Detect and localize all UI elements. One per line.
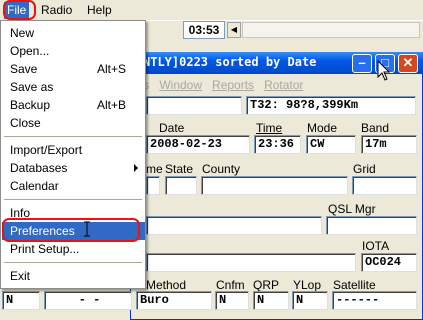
ylop-label: YLop [293, 278, 322, 292]
menu-item-backup[interactable]: Backup Alt+B [2, 96, 145, 114]
menu-item-open[interactable]: Open... [2, 42, 145, 60]
toolbar-scroll-track[interactable] [242, 22, 420, 38]
qsl-mgr-field[interactable] [326, 216, 417, 235]
mode-field[interactable]: CW [306, 135, 356, 154]
menu-item-shortcut: Alt+S [97, 62, 127, 76]
cnfm-label: Cnfm [216, 278, 245, 292]
iota-label: IOTA [362, 239, 390, 253]
ylop-field[interactable]: N [292, 291, 328, 310]
scroll-left-button[interactable]: ◀ [227, 22, 241, 38]
menu-item-save[interactable]: Save Alt+S [2, 60, 145, 78]
menu-separator [4, 199, 142, 200]
iota-field[interactable]: OC024 [361, 253, 417, 272]
qrp-field[interactable]: N [253, 291, 289, 310]
mode-label: Mode [307, 121, 338, 135]
menu-item-label: New [10, 26, 35, 40]
menu-item-label: Databases [10, 161, 68, 175]
comment-field[interactable] [146, 216, 322, 235]
menu-item-label: Info [10, 206, 31, 220]
band-field[interactable]: 17m [361, 135, 417, 154]
cnfm-field[interactable]: N [215, 291, 249, 310]
menu-radio-label: Radio [41, 3, 73, 17]
county-label: County [202, 162, 241, 176]
menu-item-import-export[interactable]: Import/Export [2, 141, 145, 159]
menu-radio[interactable]: Radio [38, 2, 75, 19]
menu-item-databases[interactable]: Databases [2, 159, 145, 177]
mouse-cursor-icon [377, 60, 391, 81]
notes-field[interactable] [146, 253, 356, 272]
method-label: Method [146, 278, 187, 292]
qsl-mgr-label: QSL Mgr [328, 202, 376, 216]
grid-label: Grid [353, 162, 376, 176]
satellite-field[interactable]: ------ [332, 291, 417, 310]
menu-item-preferences[interactable]: Preferences [2, 222, 145, 240]
text-cursor-icon [84, 221, 90, 237]
time-label: Time [256, 121, 283, 135]
menu-file[interactable]: File [4, 2, 30, 19]
log-window-title: NTLY]0223 sorted by Date [143, 55, 317, 69]
menu-item-print-setup[interactable]: Print Setup... [2, 240, 145, 258]
qrp-label: QRP [253, 278, 280, 292]
rcvd-date-field[interactable]: - - [44, 291, 132, 310]
menu-item-label: Open... [10, 44, 50, 58]
menu-help-label: Help [87, 3, 112, 17]
menu-item-label: Calendar [10, 179, 59, 193]
menu-file-label: File [7, 3, 27, 17]
menu-item-label: Save [10, 62, 38, 76]
menu-item-label: Print Setup... [10, 242, 80, 256]
band-label: Band [361, 121, 390, 135]
menu-item-new[interactable]: New [2, 24, 145, 42]
menu-separator [4, 262, 142, 263]
log-window-menubar: elsWindowReportsRotator [134, 78, 313, 94]
menu-item-calendar[interactable]: Calendar [2, 177, 145, 195]
satellite-label: Satellite [333, 278, 376, 292]
clock-display: 03:53 [183, 21, 225, 39]
menu-item-save-as[interactable]: Save as [2, 78, 145, 96]
menu-separator [4, 136, 142, 137]
name-field[interactable] [146, 176, 160, 195]
menu-item-info[interactable]: Info [2, 204, 145, 222]
menu-item-label: Save as [10, 80, 54, 94]
date-field[interactable]: 2008-02-23 [146, 135, 250, 154]
method-field[interactable]: Buro [136, 291, 212, 310]
menu-window[interactable]: Window [159, 78, 202, 92]
call-info-display: T32: 98?8,399Km [246, 96, 416, 115]
menu-item-close[interactable]: Close [2, 114, 145, 132]
state-field[interactable] [165, 176, 197, 195]
minimize-button[interactable]: – [352, 54, 372, 73]
menu-item-shortcut: Alt+B [97, 98, 127, 112]
county-field[interactable] [201, 176, 348, 195]
menu-item-label: Preferences [10, 224, 75, 238]
state-label: State [165, 162, 194, 176]
menu-item-label: Close [10, 116, 41, 130]
menu-help[interactable]: Help [84, 2, 115, 19]
menu-item-label: Import/Export [10, 143, 83, 157]
menu-rotator[interactable]: Rotator [264, 78, 303, 92]
menu-item-label: Exit [10, 269, 31, 283]
menu-item-label: Backup [10, 98, 51, 112]
date-label: Date [159, 121, 185, 135]
grid-field[interactable] [352, 176, 417, 195]
name-label: me [146, 162, 163, 176]
submenu-arrow-icon [134, 164, 138, 172]
file-dropdown-menu: New Open... Save Alt+S Save as Backup Alt+… [0, 20, 146, 289]
call-field[interactable] [146, 96, 242, 115]
menu-bar: File Radio Help [0, 0, 423, 20]
menu-reports[interactable]: Reports [212, 78, 254, 92]
close-button[interactable]: ✕ [398, 54, 418, 73]
menu-item-exit[interactable]: Exit [2, 267, 145, 285]
sent-field[interactable]: N [2, 291, 40, 310]
time-field[interactable]: 23:36 [254, 135, 301, 154]
